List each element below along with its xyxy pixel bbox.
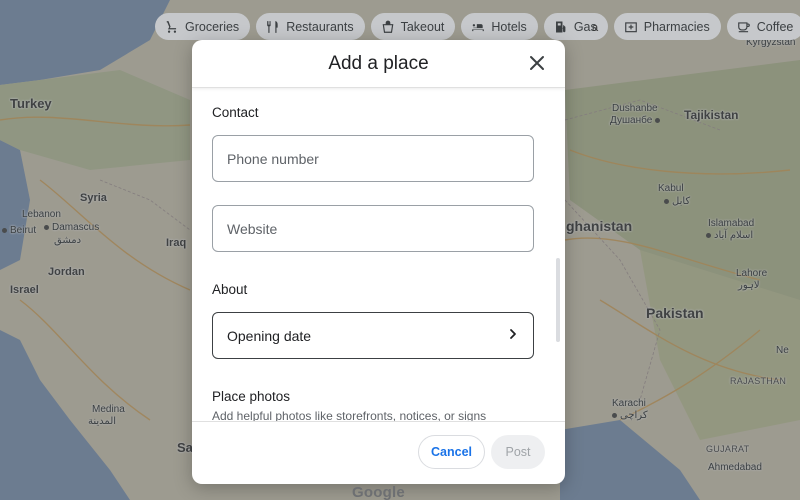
map-fragment-label: a [592,22,599,34]
dialog-title: Add a place [328,52,429,74]
pharmacy-icon [624,20,638,34]
chip-label: Restaurants [286,19,354,34]
chip-groceries[interactable]: Groceries [155,13,251,40]
dialog-body[interactable]: Contact About Opening date Place photos … [192,88,565,421]
website-input[interactable] [227,220,519,237]
chip-takeout[interactable]: Takeout [370,13,456,40]
chip-label: Pharmacies [643,19,710,34]
coffee-icon [737,20,751,34]
chip-coffee[interactable]: Coffee [726,13,800,40]
opening-date-label: Opening date [227,327,312,344]
chip-label: Groceries [185,19,240,34]
category-chip-bar: Groceries Restaurants Takeout Hotels Gas… [155,13,800,40]
about-heading: About [212,282,248,297]
google-logo: Google [352,484,405,500]
website-field[interactable] [212,205,534,252]
close-icon [530,56,544,70]
cart-icon [165,20,179,34]
add-place-dialog: Add a place Contact About Opening date P… [192,40,565,484]
dialog-scrollbar[interactable] [556,258,560,342]
place-photos-hint: Add helpful photos like storefronts, not… [212,409,487,421]
chevron-right-icon [507,327,519,345]
chip-label: Coffee [756,19,794,34]
takeout-icon [381,20,395,34]
fork-knife-icon [266,20,280,34]
phone-input[interactable] [227,150,519,167]
contact-heading: Contact [212,105,259,120]
dialog-header: Add a place [192,40,565,88]
chip-restaurants[interactable]: Restaurants [256,13,365,40]
cancel-button[interactable]: Cancel [418,435,485,469]
chip-label: Hotels [491,19,527,34]
gas-pump-icon [554,20,568,34]
dialog-footer: Cancel Post [192,421,565,484]
bed-icon [471,20,485,34]
chip-label: Takeout [400,19,445,34]
place-photos-heading: Place photos [212,389,291,404]
phone-field[interactable] [212,135,534,182]
chip-gas[interactable]: Gas [543,13,608,40]
chip-hotels[interactable]: Hotels [461,13,538,40]
close-button[interactable] [527,53,547,73]
opening-date-button[interactable]: Opening date [212,312,534,359]
post-button[interactable]: Post [491,435,545,469]
chip-pharmacies[interactable]: Pharmacies [613,13,721,40]
